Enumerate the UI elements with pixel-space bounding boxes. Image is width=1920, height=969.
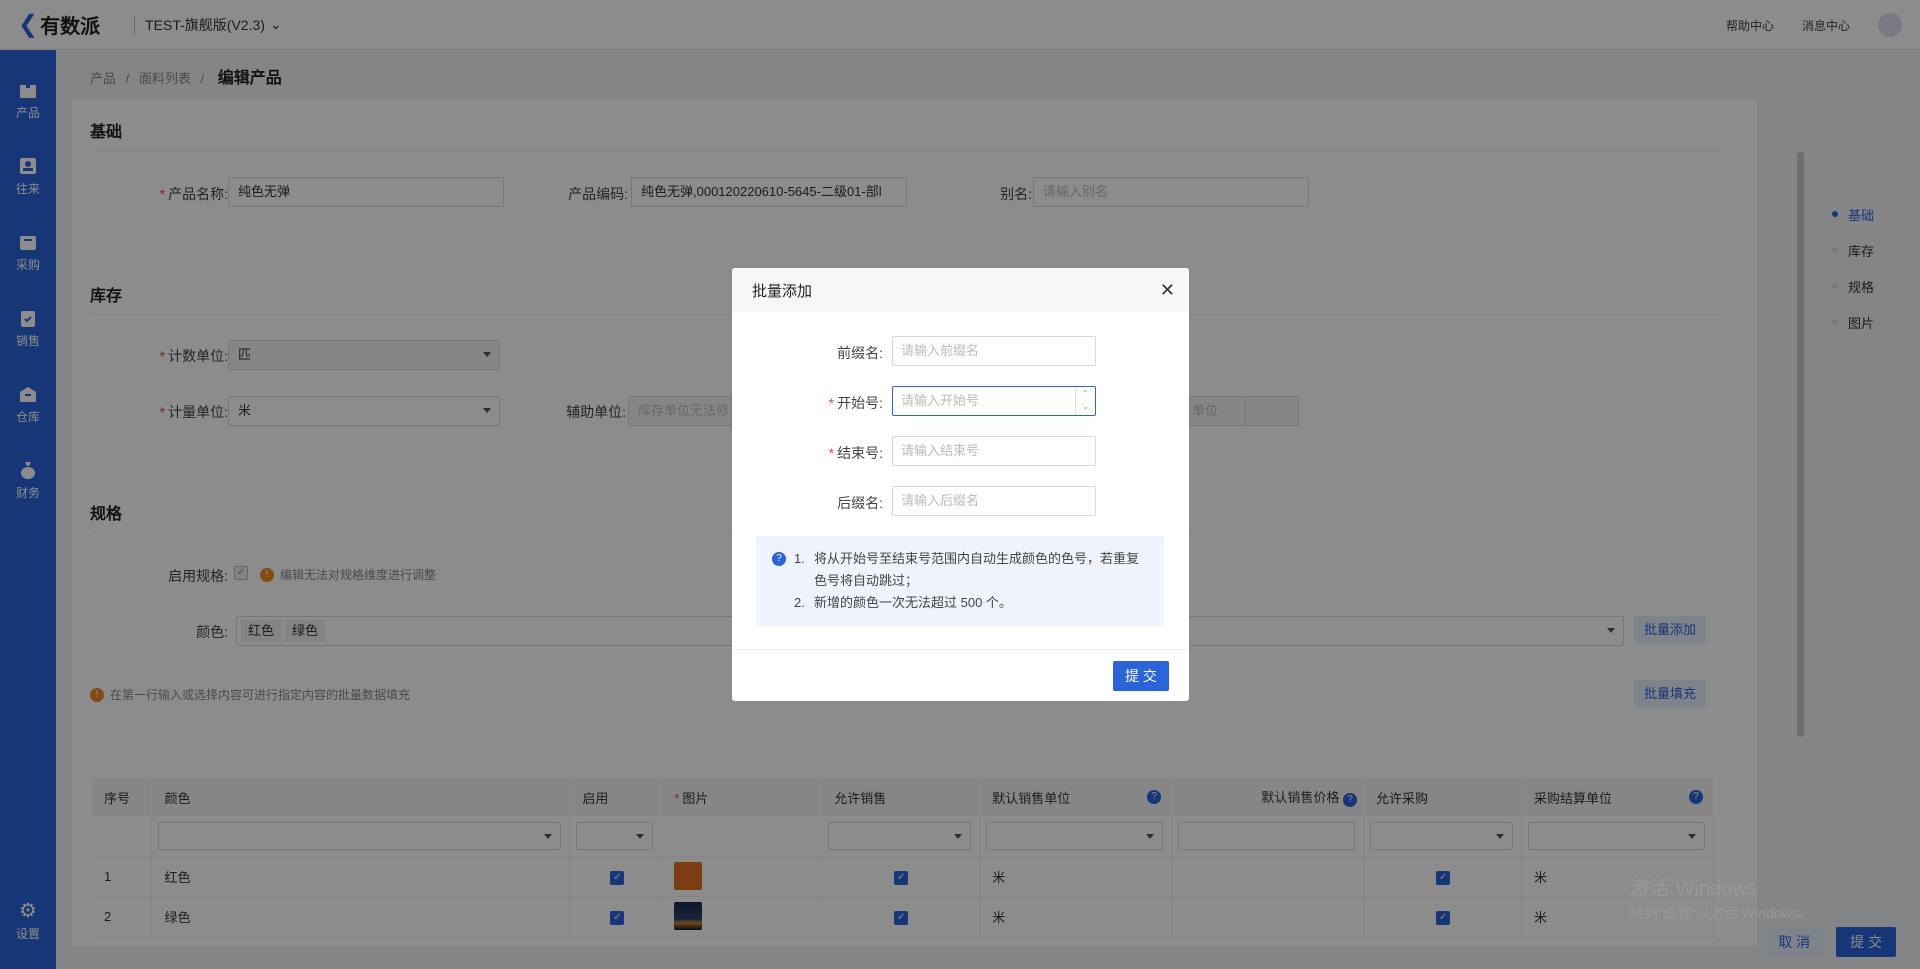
note-item: 1. 将从开始号至结束号范围内自动生成颜色的色号，若重复色号将自动跳过； — [794, 551, 1140, 588]
prefix-input[interactable]: 请输入前缀名 — [892, 336, 1096, 366]
batch-add-dialog: 批量添加 ✕ 前缀名: 请输入前缀名 * 开始号: 请输入开始号 ⌃ ⌄ * 结束号: … — [732, 268, 1189, 701]
end-number-input[interactable]: 请输入结束号 — [892, 436, 1096, 466]
suffix-row: 后缀名: 请输入后缀名 — [732, 486, 1189, 518]
dialog-note: ? 1. 将从开始号至结束号范围内自动生成颜色的色号，若重复色号将自动跳过； 2.… — [756, 536, 1164, 626]
start-row: * 开始号: 请输入开始号 ⌃ ⌄ — [732, 386, 1189, 418]
start-label: * 开始号: — [828, 395, 883, 411]
suffix-label: 后缀名: — [837, 495, 883, 511]
start-number-input[interactable]: 请输入开始号 ⌃ ⌄ — [892, 386, 1096, 416]
end-label: * 结束号: — [828, 445, 883, 461]
prefix-label: 前缀名: — [837, 345, 883, 361]
note-item: 2. 新增的颜色一次无法超过 500 个。 — [794, 595, 1012, 610]
number-stepper[interactable]: ⌃ ⌄ — [1075, 387, 1095, 415]
dialog-header: 批量添加 — [732, 268, 1189, 312]
windows-activation-watermark: 激活 Windows 转到"设置"以激活 Windows。 — [1630, 878, 1813, 921]
dialog-submit-button[interactable]: 提 交 — [1113, 661, 1169, 691]
info-icon: ? — [772, 552, 786, 566]
prefix-row: 前缀名: 请输入前缀名 — [732, 336, 1189, 368]
dialog-title: 批量添加 — [752, 282, 813, 300]
close-icon[interactable]: ✕ — [1160, 280, 1175, 301]
suffix-input[interactable]: 请输入后缀名 — [892, 486, 1096, 516]
divider — [732, 649, 1189, 650]
end-row: * 结束号: 请输入结束号 — [732, 436, 1189, 468]
